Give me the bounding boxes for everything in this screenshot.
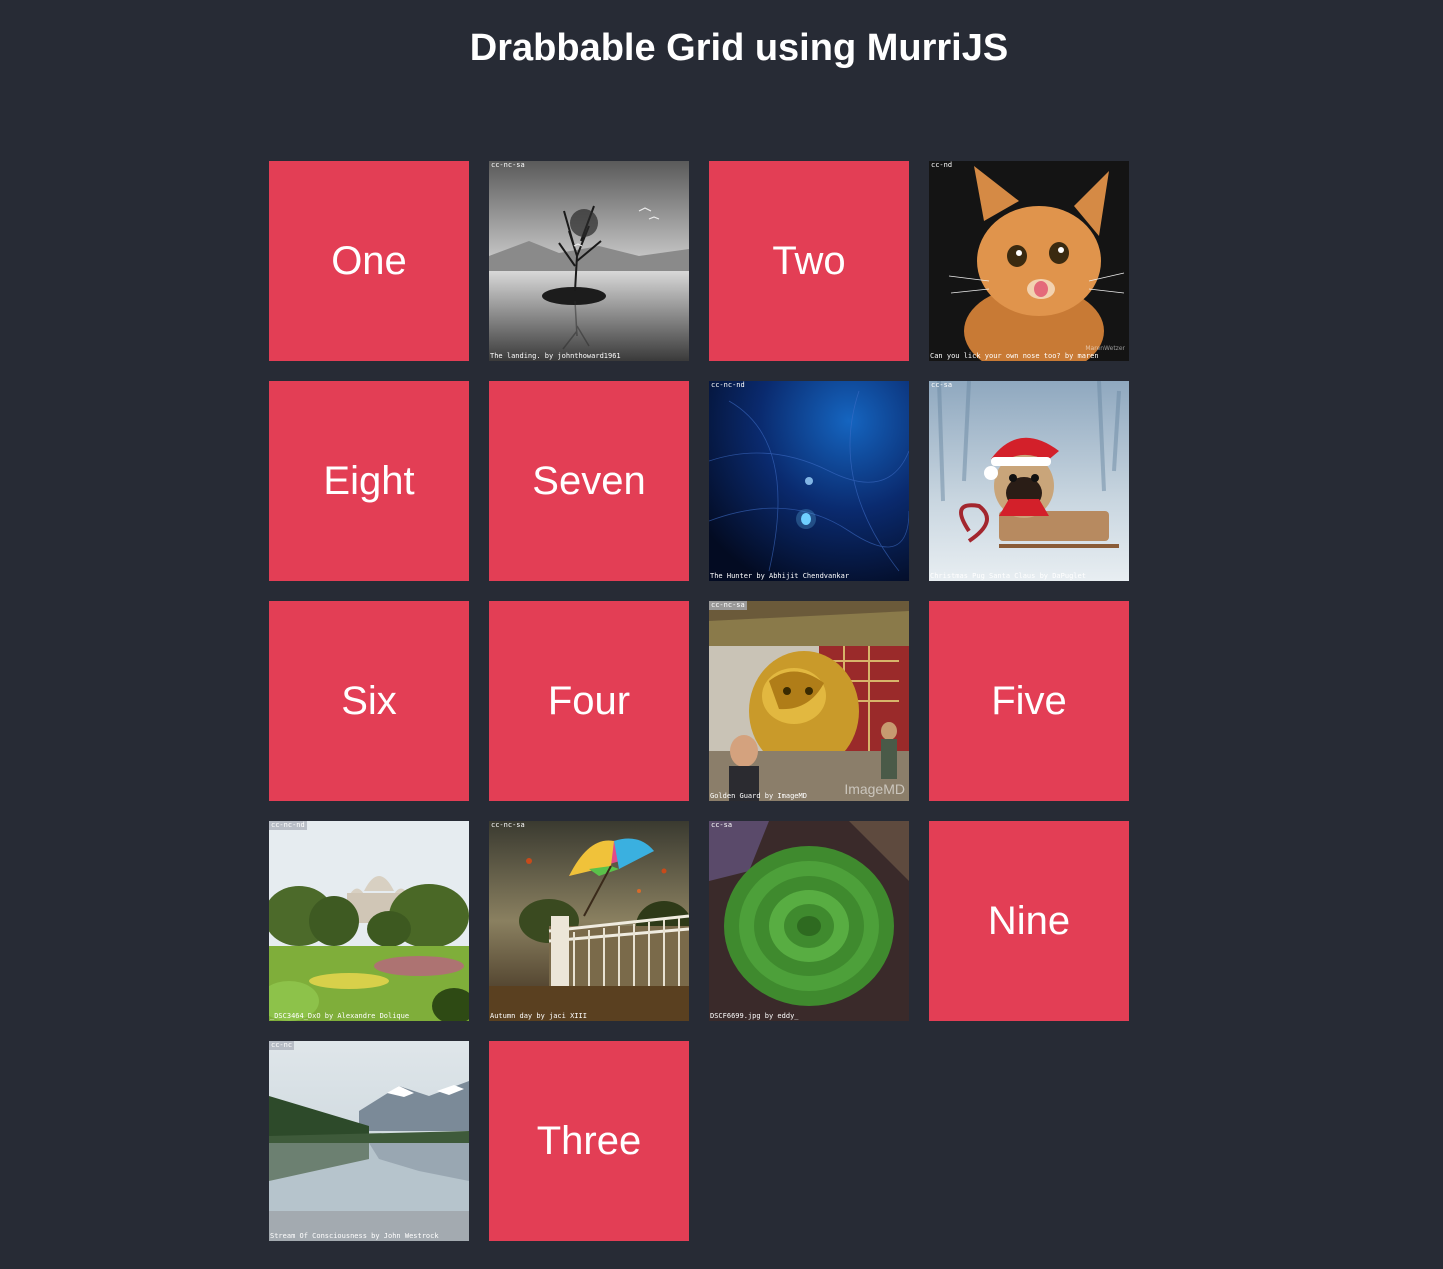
golden-lion-photo xyxy=(709,601,909,801)
image-caption: Christmas Pug Santa Claus by DaPuglet xyxy=(930,572,1086,580)
tile-label: Seven xyxy=(532,458,646,503)
draggable-grid: One cc-nc-sa The landing. by johnthoward… xyxy=(269,161,1129,1241)
tile-label: Eight xyxy=(323,458,415,503)
lake-tree-photo xyxy=(489,161,689,361)
grid-item-the-hunter[interactable]: cc-nc-nd The Hunter by Abhijit Chendvank… xyxy=(709,381,909,581)
grid-item-autumn-day[interactable]: cc-nc-sa Autumn day by jaci XIII xyxy=(489,821,689,1021)
umbrella-photo xyxy=(489,821,689,1021)
grid-item-dscf6699[interactable]: cc-sa DSCF6699.jpg by eddy_ xyxy=(709,821,909,1021)
tile-label: Six xyxy=(341,678,397,723)
license-tag: cc-nc-nd xyxy=(711,381,745,389)
license-tag: cc-sa xyxy=(711,821,733,829)
image-caption: Stream Of Consciousness by John Westrock xyxy=(270,1232,439,1240)
grid-item-the-landing[interactable]: cc-nc-sa The landing. by johnthoward1961 xyxy=(489,161,689,361)
license-tag: cc-nc-sa xyxy=(709,601,747,610)
page-title: Drabbable Grid using MurriJS xyxy=(469,27,1009,69)
license-tag: cc-nc-sa xyxy=(491,161,525,169)
tile-label: Two xyxy=(772,238,846,283)
mountain-lake-photo xyxy=(269,1041,469,1241)
license-tag: cc-nc xyxy=(269,1041,295,1050)
image-caption: Can you lick your own nose too? by maren xyxy=(930,352,1099,360)
grid-item-three[interactable]: Three xyxy=(489,1041,689,1241)
kitten-photo xyxy=(929,161,1129,361)
garden-photo xyxy=(269,821,469,1021)
image-caption: The landing. by johnthoward1961 xyxy=(490,352,621,360)
grid-item-nine[interactable]: Nine xyxy=(929,821,1129,1021)
grid-item-five[interactable]: Five xyxy=(929,601,1129,801)
jellyfish-photo xyxy=(709,381,909,581)
grid-item-kitten[interactable]: cc-nd MarenWetzer Can you lick your own … xyxy=(929,161,1129,361)
image-caption: DSCF6699.jpg by eddy_ xyxy=(710,1012,799,1020)
green-leaves-photo xyxy=(709,821,909,1021)
grid-item-stream-of-consciousness[interactable]: cc-nc Stream Of Consciousness by John We… xyxy=(269,1041,469,1241)
pug-photo xyxy=(929,381,1129,581)
grid-item-two[interactable]: Two xyxy=(709,161,909,361)
grid-item-seven[interactable]: Seven xyxy=(489,381,689,581)
license-tag: cc-nd xyxy=(931,161,953,169)
grid-item-four[interactable]: Four xyxy=(489,601,689,801)
image-caption: The Hunter by Abhijit Chendvankar xyxy=(710,572,850,580)
tile-label: Three xyxy=(536,1118,642,1163)
grid-item-one[interactable]: One xyxy=(269,161,469,361)
license-tag: cc-nc-sa xyxy=(491,821,525,829)
grid-item-dsc3464[interactable]: cc-nc-nd _DSC3464_DxO by Alexandre Doliq… xyxy=(269,821,469,1021)
license-tag: cc-sa xyxy=(931,381,953,389)
image-caption: _DSC3464_DxO by Alexandre Dolique xyxy=(270,1012,410,1020)
tile-label: One xyxy=(331,238,407,283)
image-caption: Golden Guard by ImageMD xyxy=(710,792,807,800)
tile-label: Nine xyxy=(987,898,1071,943)
grid-item-eight[interactable]: Eight xyxy=(269,381,469,581)
grid-item-christmas-pug[interactable]: cc-sa Christmas Pug Santa Claus by DaPug… xyxy=(929,381,1129,581)
grid-item-six[interactable]: Six xyxy=(269,601,469,801)
image-caption: Autumn day by jaci XIII xyxy=(490,1012,587,1020)
tile-label: Four xyxy=(547,678,631,723)
grid-item-golden-guard[interactable]: cc-nc-sa ImageMD Golden Guard by ImageMD xyxy=(709,601,909,801)
license-tag: cc-nc-nd xyxy=(269,821,307,830)
photo-watermark: MarenWetzer xyxy=(1085,345,1125,352)
tile-label: Five xyxy=(991,678,1067,723)
